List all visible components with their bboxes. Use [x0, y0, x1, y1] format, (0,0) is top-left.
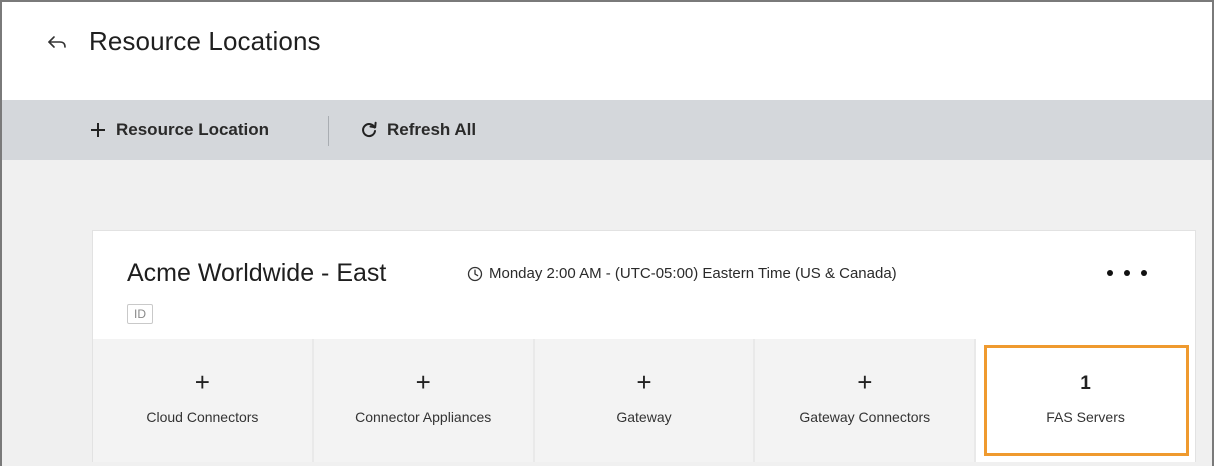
toolbar-divider: [328, 116, 329, 146]
back-arrow-icon[interactable]: [46, 32, 68, 54]
tile-label: FAS Servers: [1046, 409, 1125, 425]
tile-label: Gateway Connectors: [799, 409, 931, 425]
more-options-button[interactable]: [1107, 261, 1147, 285]
location-name: Acme Worldwide - East: [127, 259, 387, 287]
tile-label: Connector Appliances: [355, 409, 492, 425]
tile-fas-servers[interactable]: 1 FAS Servers: [976, 339, 1195, 462]
app-window: Resource Locations Resource Location Ref…: [0, 0, 1214, 466]
tile-cloud-connectors[interactable]: + Cloud Connectors: [93, 339, 312, 462]
add-icon: +: [857, 367, 873, 397]
add-icon: +: [194, 367, 210, 397]
plus-icon: [88, 120, 108, 140]
page-header: Resource Locations: [2, 2, 1212, 100]
refresh-all-button[interactable]: Refresh All: [359, 100, 476, 160]
schedule-text: Monday 2:00 AM - (UTC-05:00) Eastern Tim…: [489, 265, 897, 282]
more-icon: [1107, 270, 1113, 276]
update-schedule: Monday 2:00 AM - (UTC-05:00) Eastern Tim…: [467, 265, 897, 282]
add-resource-location-button[interactable]: Resource Location: [88, 100, 269, 160]
add-resource-location-label: Resource Location: [116, 120, 270, 139]
tile-connector-appliances[interactable]: + Connector Appliances: [313, 339, 533, 462]
tile-label: Cloud Connectors: [146, 409, 259, 425]
service-tiles: + Cloud Connectors + Connector Appliance…: [93, 339, 1195, 462]
add-icon: +: [636, 367, 652, 397]
content-area: Acme Worldwide - East Monday 2:00 AM - (…: [2, 160, 1212, 466]
add-icon: +: [415, 367, 431, 397]
tile-gateway[interactable]: + Gateway: [534, 339, 754, 462]
fas-server-count: 1: [1080, 373, 1091, 394]
tile-label: Gateway: [616, 409, 672, 425]
id-badge[interactable]: ID: [127, 304, 153, 324]
refresh-all-label: Refresh All: [387, 120, 477, 139]
more-icon-dot: [1141, 270, 1147, 276]
toolbar: Resource Location Refresh All: [2, 100, 1212, 160]
page-title: Resource Locations: [89, 26, 321, 56]
refresh-icon: [359, 120, 379, 140]
more-icon-dot: [1124, 270, 1130, 276]
clock-icon: [467, 266, 483, 281]
tile-gateway-connectors[interactable]: + Gateway Connectors: [755, 339, 975, 462]
resource-location-card: Acme Worldwide - East Monday 2:00 AM - (…: [92, 230, 1196, 462]
